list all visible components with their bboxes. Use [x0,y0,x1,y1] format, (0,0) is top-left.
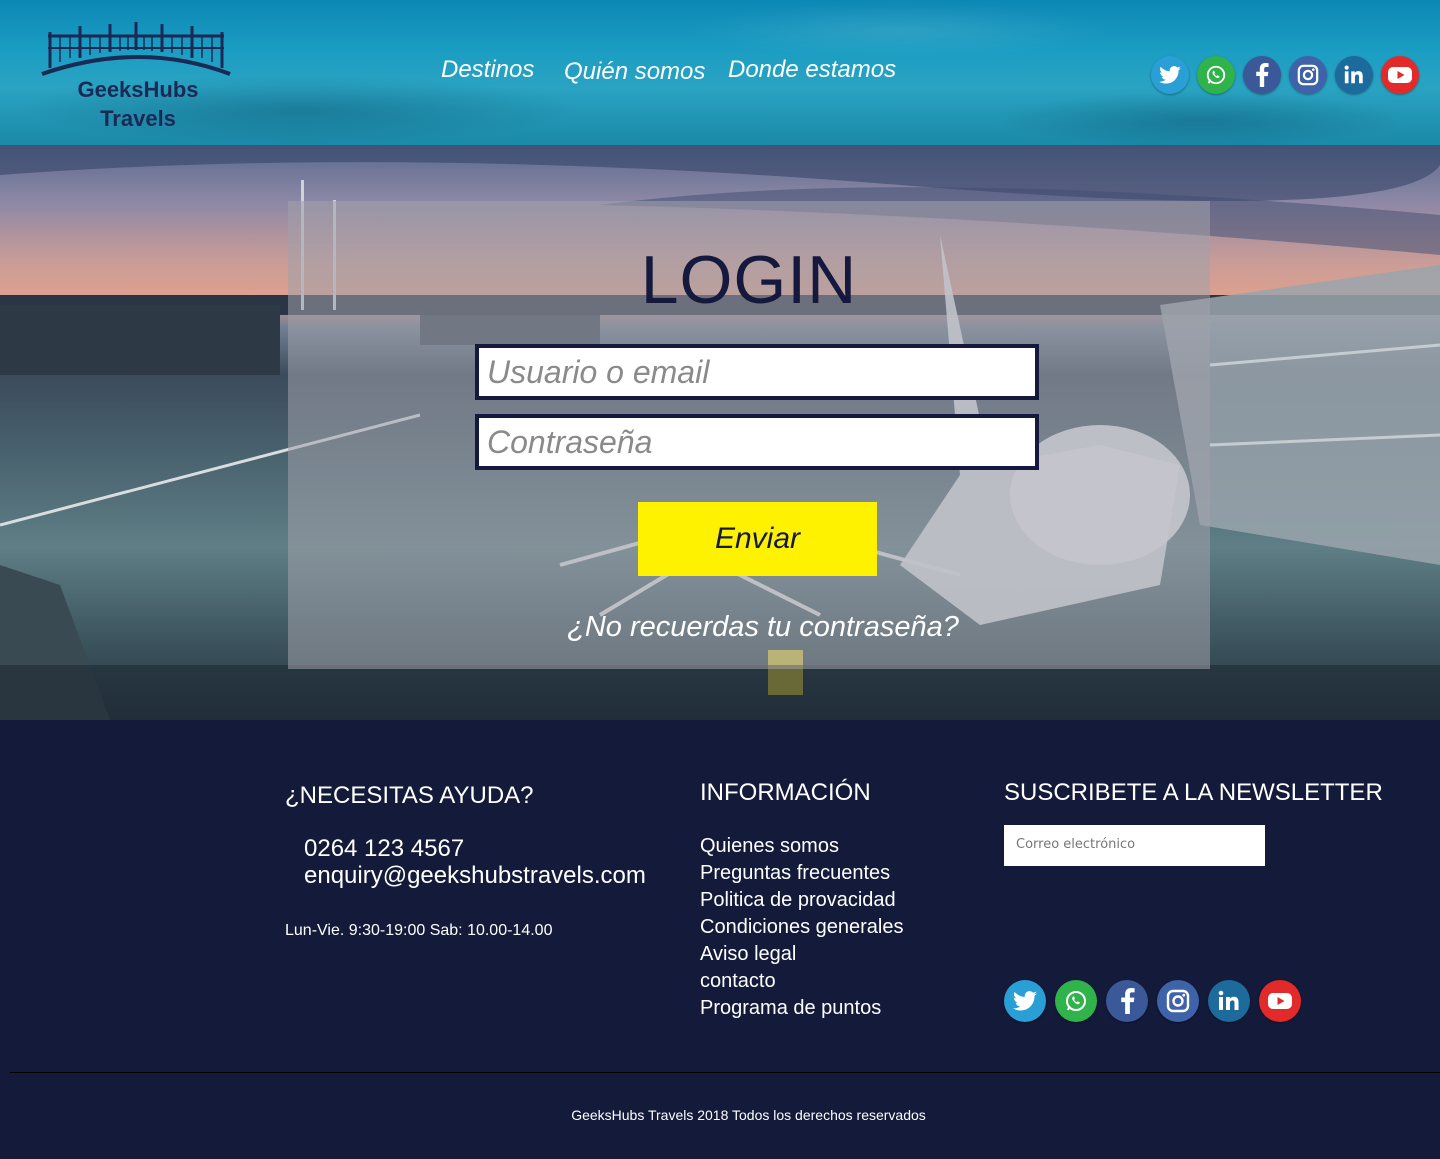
info-link-condiciones-generales[interactable]: Condiciones generales [700,914,903,941]
newsletter-heading: SUSCRIBETE A LA NEWSLETTER [1004,779,1383,806]
info-link-quienes-somos[interactable]: Quienes somos [700,833,903,860]
site-header: GeeksHubs Travels Destinos Quién somos D… [0,0,1440,145]
logo-text: GeeksHubs Travels [58,75,218,133]
info-link-contacto[interactable]: contacto [700,968,903,995]
nav-link-quien-somos[interactable]: Quién somos [564,58,705,86]
info-link-politica-privacidad[interactable]: Politica de provacidad [700,887,903,914]
youtube-icon[interactable] [1381,56,1419,94]
twitter-icon[interactable] [1151,56,1189,94]
nav-link-destinos[interactable]: Destinos [441,56,534,84]
info-link-programa-puntos[interactable]: Programa de puntos [700,995,903,1022]
login-title: LOGIN [640,242,858,318]
youtube-icon[interactable] [1259,980,1301,1022]
copyright-text: GeeksHubs Travels 2018 Todos los derecho… [571,1107,926,1123]
facebook-icon[interactable] [1243,56,1281,94]
info-heading: INFORMACIÓN [700,779,871,806]
linkedin-icon[interactable] [1335,56,1373,94]
info-links-list: Quienes somos Preguntas frecuentes Polit… [700,833,903,1022]
hero-section: LOGIN Usuario o email Contraseña Enviar … [0,145,1440,720]
whatsapp-icon[interactable] [1055,980,1097,1022]
help-heading: ¿NECESITAS AYUDA? [285,782,534,809]
site-logo[interactable]: GeeksHubs Travels [40,22,240,132]
facebook-icon[interactable] [1106,980,1148,1022]
contact-email[interactable]: enquiry@geekshubstravels.com [304,862,646,890]
logo-line-1: GeeksHubs [77,77,199,102]
twitter-icon[interactable] [1004,980,1046,1022]
opening-hours: Lun-Vie. 9:30-19:00 Sab: 10.00-14.00 [285,922,553,939]
password-input[interactable]: Contraseña [475,414,1039,470]
footer-divider [10,1072,1440,1073]
whatsapp-icon[interactable] [1197,56,1235,94]
logo-line-2: Travels [100,106,176,131]
instagram-icon[interactable] [1157,980,1199,1022]
newsletter-email-input[interactable]: Correo electrónico [1004,825,1265,866]
phone-number[interactable]: 0264 123 4567 [304,835,464,863]
username-email-input[interactable]: Usuario o email [475,344,1039,400]
instagram-icon[interactable] [1289,56,1327,94]
login-panel: LOGIN Usuario o email Contraseña Enviar … [288,201,1210,669]
bridge-logo-icon [41,22,231,76]
info-link-preguntas-frecuentes[interactable]: Preguntas frecuentes [700,860,903,887]
site-footer: ¿NECESITAS AYUDA? 0264 123 4567 enquiry@… [0,720,1440,1159]
header-social-links [1151,56,1419,94]
nav-link-donde-estamos[interactable]: Donde estamos [728,56,896,84]
footer-social-links [1004,980,1301,1022]
forgot-password-link[interactable]: ¿No recuerdas tu contraseña? [288,611,1238,644]
linkedin-icon[interactable] [1208,980,1250,1022]
info-link-aviso-legal[interactable]: Aviso legal [700,941,903,968]
submit-button[interactable]: Enviar [638,502,877,576]
